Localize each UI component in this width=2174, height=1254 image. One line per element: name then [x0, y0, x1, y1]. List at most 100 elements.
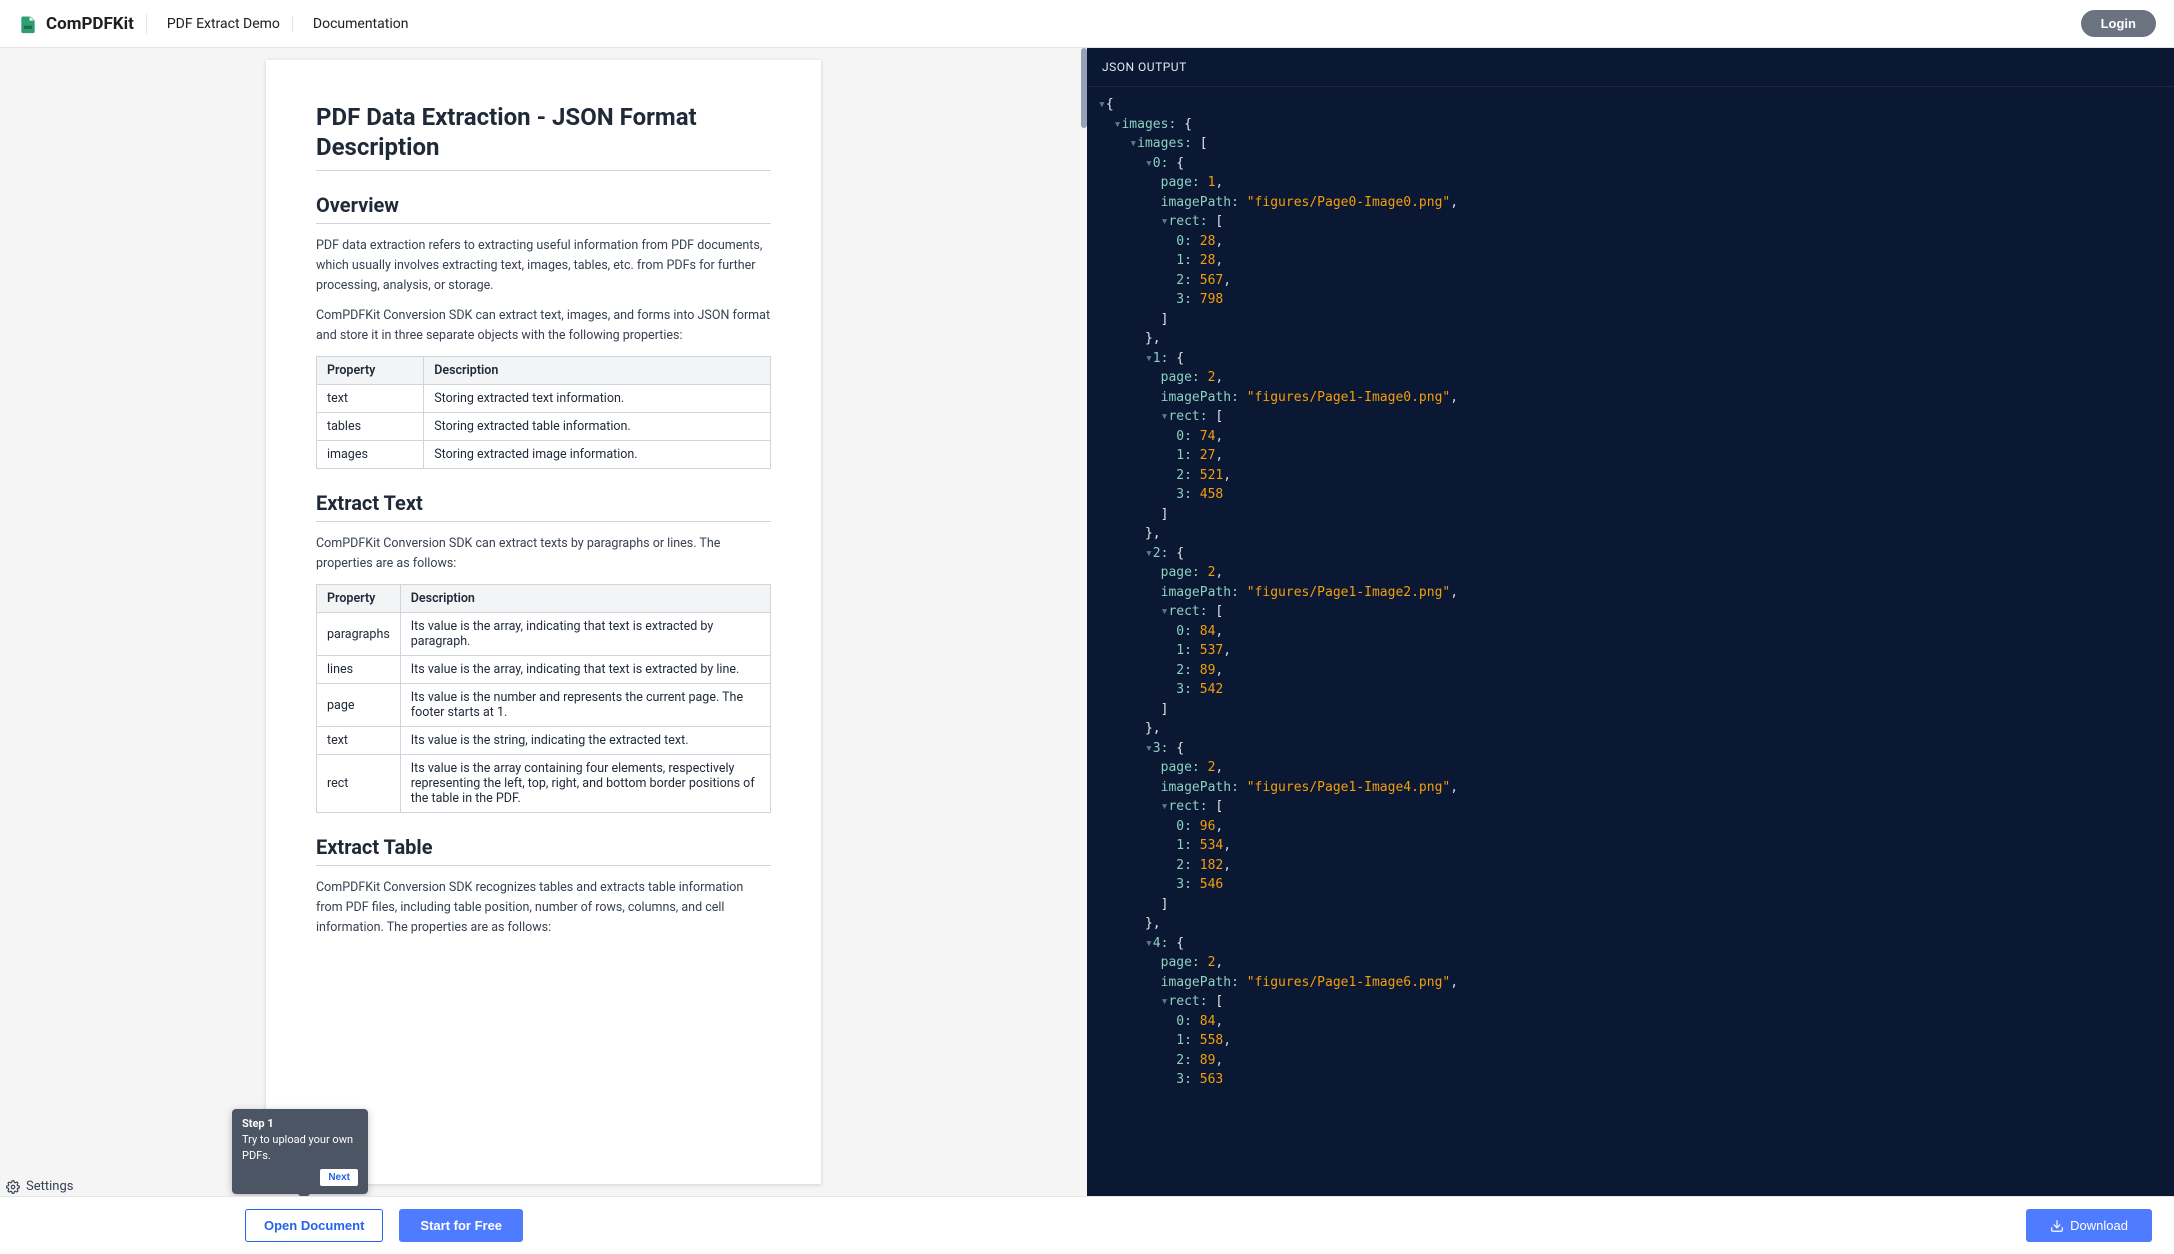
table-cell: Its value is the array, indicating that … [400, 613, 770, 656]
json-line: page: 2, [1098, 563, 2170, 583]
t2-header-property: Property [317, 585, 401, 613]
json-line: }, [1098, 524, 2170, 544]
json-line: 0: 74, [1098, 427, 2170, 447]
json-output-body[interactable]: ▾{ ▾images: { ▾images: [ ▾0: { page: 1, … [1088, 87, 2174, 1196]
table-cell: Its value is the string, indicating the … [400, 727, 770, 755]
json-line: 2: 521, [1098, 466, 2170, 486]
json-line: 0: 28, [1098, 232, 2170, 252]
table-cell: Its value is the array containing four e… [400, 755, 770, 813]
json-line: ▾1: { [1098, 349, 2170, 369]
json-line: ] [1098, 895, 2170, 915]
json-line: 1: 28, [1098, 251, 2170, 271]
table-cell: page [317, 684, 401, 727]
nav-docs[interactable]: Documentation [313, 16, 421, 32]
topbar-left: ComPDFKit PDF Extract Demo Documentation [18, 14, 420, 34]
json-line: ▾3: { [1098, 739, 2170, 759]
extract-table-heading: Extract Table [316, 835, 771, 866]
json-line: ▾rect: [ [1098, 797, 2170, 817]
login-button[interactable]: Login [2081, 10, 2156, 37]
json-line: 1: 558, [1098, 1031, 2170, 1051]
t1-header-property: Property [317, 357, 424, 385]
json-line: page: 1, [1098, 173, 2170, 193]
json-line: }, [1098, 329, 2170, 349]
json-output-header: JSON OUTPUT [1088, 48, 2174, 87]
extract-text-heading: Extract Text [316, 491, 771, 522]
download-icon [2050, 1219, 2064, 1233]
json-line: 2: 89, [1098, 661, 2170, 681]
brand-logo[interactable]: ComPDFKit [18, 14, 147, 34]
json-line: 3: 546 [1098, 875, 2170, 895]
json-line: 3: 563 [1098, 1070, 2170, 1090]
nav-demo[interactable]: PDF Extract Demo [167, 16, 293, 32]
bottom-toolbar: Open Document Start for Free Download [0, 1196, 2174, 1254]
brand-name: ComPDFKit [46, 14, 134, 34]
json-line: ▾0: { [1098, 154, 2170, 174]
json-line: ▾images: [ [1098, 134, 2170, 154]
json-line: page: 2, [1098, 368, 2170, 388]
open-document-button[interactable]: Open Document [245, 1209, 383, 1242]
table-row: linesIts value is the array, indicating … [317, 656, 771, 684]
download-button[interactable]: Download [2026, 1209, 2152, 1242]
overview-p1: PDF data extraction refers to extracting… [316, 236, 771, 296]
json-line: 1: 27, [1098, 446, 2170, 466]
start-free-button[interactable]: Start for Free [399, 1209, 523, 1242]
json-line: ▾rect: [ [1098, 407, 2170, 427]
table-cell: Its value is the array, indicating that … [400, 656, 770, 684]
json-line: imagePath: "figures/Page1-Image6.png", [1098, 973, 2170, 993]
json-line: ] [1098, 505, 2170, 525]
tour-message: Try to upload your own PDFs. [242, 1132, 358, 1163]
settings-label: Settings [26, 1179, 73, 1194]
table-cell: Storing extracted table information. [424, 413, 771, 441]
pdf-page: PDF Data Extraction - JSON Format Descri… [266, 60, 821, 1184]
json-line: 2: 182, [1098, 856, 2170, 876]
json-line: page: 2, [1098, 758, 2170, 778]
table-row: pageIts value is the number and represen… [317, 684, 771, 727]
table-row: textStoring extracted text information. [317, 385, 771, 413]
json-line: ▾4: { [1098, 934, 2170, 954]
json-line: 1: 537, [1098, 641, 2170, 661]
json-line: ▾2: { [1098, 544, 2170, 564]
json-line: }, [1098, 719, 2170, 739]
table-row: paragraphsIts value is the array, indica… [317, 613, 771, 656]
json-output-panel: JSON OUTPUT ▾{ ▾images: { ▾images: [ ▾0:… [1087, 48, 2174, 1196]
download-label: Download [2070, 1218, 2128, 1233]
json-line: ▾images: { [1098, 115, 2170, 135]
json-line: page: 2, [1098, 953, 2170, 973]
json-line: ▾rect: [ [1098, 992, 2170, 1012]
json-line: 3: 458 [1098, 485, 2170, 505]
json-line: ▾rect: [ [1098, 212, 2170, 232]
document-viewer[interactable]: PDF Data Extraction - JSON Format Descri… [0, 48, 1087, 1196]
table-cell: text [317, 385, 424, 413]
extract-text-p: ComPDFKit Conversion SDK can extract tex… [316, 534, 771, 574]
workspace: PDF Data Extraction - JSON Format Descri… [0, 48, 2174, 1196]
table-cell: lines [317, 656, 401, 684]
json-line: 3: 542 [1098, 680, 2170, 700]
settings-button[interactable]: Settings [6, 1179, 73, 1194]
overview-table: Property Description textStoring extract… [316, 356, 771, 469]
gear-icon [6, 1180, 20, 1194]
table-cell: Storing extracted text information. [424, 385, 771, 413]
t2-header-description: Description [400, 585, 770, 613]
json-line: imagePath: "figures/Page0-Image0.png", [1098, 193, 2170, 213]
json-line: 0: 84, [1098, 622, 2170, 642]
json-line: 0: 84, [1098, 1012, 2170, 1032]
table-row: rectIts value is the array containing fo… [317, 755, 771, 813]
topbar: ComPDFKit PDF Extract Demo Documentation… [0, 0, 2174, 48]
json-line: 2: 89, [1098, 1051, 2170, 1071]
overview-heading: Overview [316, 193, 771, 224]
table-cell: Its value is the number and represents t… [400, 684, 770, 727]
table-cell: images [317, 441, 424, 469]
brand-icon [18, 14, 38, 34]
json-line: 0: 96, [1098, 817, 2170, 837]
json-line: ▾{ [1098, 95, 2170, 115]
json-line: }, [1098, 914, 2170, 934]
onboarding-tooltip: Step 1 Try to upload your own PDFs. Next [232, 1109, 368, 1194]
json-line: ] [1098, 310, 2170, 330]
tour-next-button[interactable]: Next [320, 1169, 358, 1186]
scrollbar-thumb[interactable] [1081, 48, 1087, 128]
tour-step-label: Step 1 [242, 1117, 358, 1130]
table-cell: rect [317, 755, 401, 813]
json-line: imagePath: "figures/Page1-Image0.png", [1098, 388, 2170, 408]
json-line: ] [1098, 700, 2170, 720]
json-line: imagePath: "figures/Page1-Image2.png", [1098, 583, 2170, 603]
